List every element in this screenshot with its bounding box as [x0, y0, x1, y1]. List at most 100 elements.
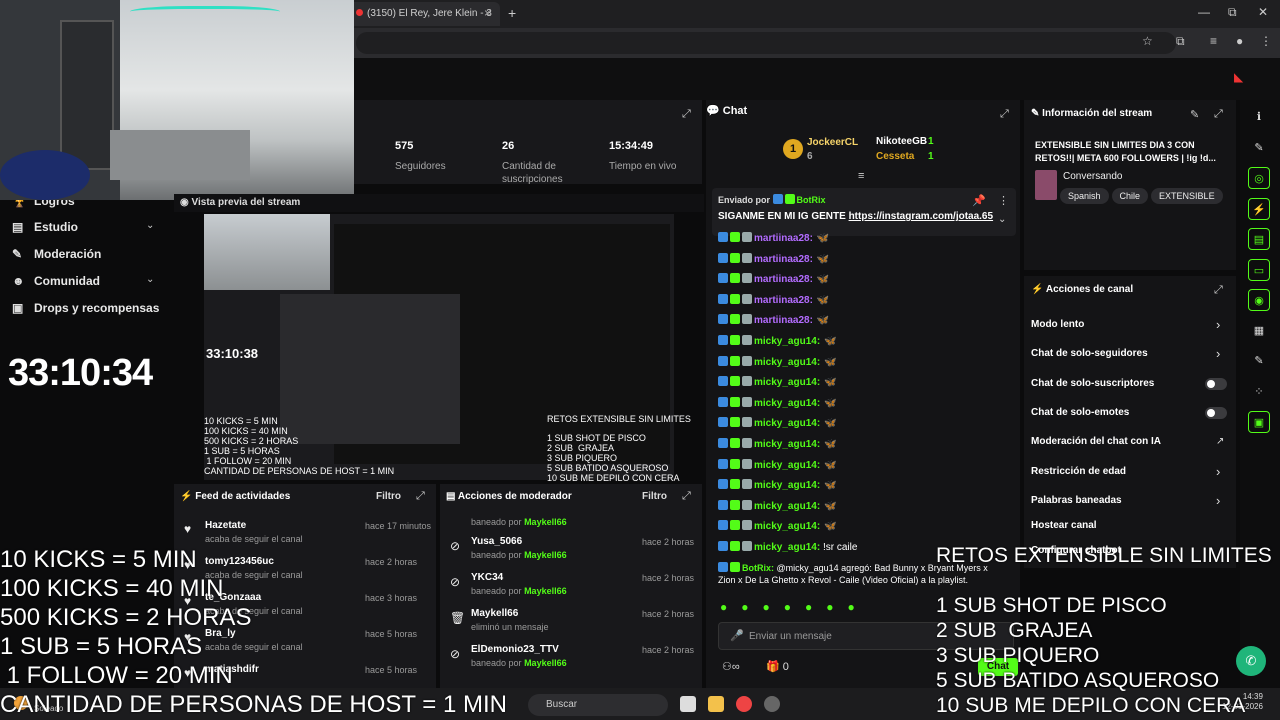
info-icon[interactable]: ℹ — [1248, 106, 1270, 128]
external-link-icon[interactable]: ↗ — [1216, 436, 1224, 447]
feed-filter-button[interactable]: Filtro — [376, 491, 401, 502]
leader-name[interactable]: Cesseta — [876, 151, 914, 162]
channel-action-5[interactable]: Restricción de edad — [1031, 466, 1126, 477]
channel-action-1[interactable]: Chat de solo-seguidores — [1031, 348, 1148, 359]
wrench-icon[interactable]: ✎ — [1248, 350, 1270, 372]
edit-icon[interactable]: ✎ — [1190, 108, 1199, 121]
feed-time: hace 3 horas — [365, 593, 418, 603]
leader-name[interactable]: NikoteeGB — [876, 136, 927, 147]
points-indicator: 🎁 0 — [766, 661, 789, 673]
overlay-challenge-line: 3 SUB PIQUERO — [936, 644, 1100, 667]
channel-action-4[interactable]: Moderación del chat con IA — [1031, 436, 1161, 447]
close-window-icon[interactable]: ✕ — [1258, 5, 1268, 19]
radio-icon[interactable]: ◉ — [1248, 289, 1270, 311]
mod-target-name[interactable]: YKC34 — [471, 572, 503, 583]
drops-icon: ▣ — [12, 301, 24, 315]
category-name[interactable]: Conversando — [1063, 171, 1122, 182]
browser-tab[interactable]: (3150) El Rey, Jere Klein - 3 — [348, 2, 500, 26]
channel-action-3[interactable]: Chat de solo-emotes — [1031, 407, 1129, 418]
profile-icon[interactable]: ● — [1236, 34, 1243, 48]
popout-icon[interactable]: ⤢ — [682, 490, 691, 503]
sidebar-item-moderacion[interactable]: ✎ Moderación — [12, 247, 101, 261]
chevron-down-icon[interactable]: ⌄ — [146, 220, 154, 231]
feed-username[interactable]: Hazetate — [205, 520, 246, 531]
tag[interactable]: Chile — [1111, 188, 1149, 204]
new-tab-icon[interactable]: + — [508, 5, 516, 21]
heart-icon: ♥ — [184, 522, 192, 536]
chevron-right-icon[interactable]: › — [1216, 346, 1220, 361]
menu-kebab-icon[interactable]: ⋮ — [1260, 34, 1272, 48]
green-app-icon[interactable]: ▣ — [1248, 411, 1270, 433]
sidebar-item-drops[interactable]: ▣ Drops y recompensas — [12, 301, 159, 315]
task-view-icon[interactable] — [680, 696, 696, 712]
overlay-challenge-line: 5 SUB BATIDO ASQUEROSO — [936, 669, 1220, 692]
extensions-icon[interactable]: ⧉ — [1176, 34, 1185, 49]
popout-icon[interactable]: ⤢ — [1214, 108, 1223, 121]
dots-icon[interactable]: ⁘ — [1248, 381, 1270, 403]
pencil-icon[interactable]: ✎ — [1248, 137, 1270, 159]
chat-message: micky_agu14: 🦋 — [718, 499, 837, 512]
leader-name[interactable]: JockeerCL — [807, 137, 858, 148]
pinned-link[interactable]: https://instagram.com/jotaa.65 — [849, 211, 993, 222]
maximize-icon[interactable]: ⧉ — [1228, 5, 1237, 20]
live-time-value: 15:34:49 — [609, 140, 654, 152]
chat-bubble-icon[interactable]: ▭ — [1248, 258, 1270, 281]
sidebar-item-estudio[interactable]: ▤ Estudio — [12, 220, 78, 234]
chat-message: micky_agu14: 🦋 — [718, 479, 837, 491]
mod-target-name[interactable]: Maykell66 — [471, 608, 518, 619]
chevron-right-icon[interactable]: › — [1216, 493, 1220, 508]
feed-username[interactable]: tomy123456uc — [205, 556, 274, 567]
chat-message: micky_agu14: 🦋 — [718, 458, 837, 471]
channel-action-7[interactable]: Hostear canal — [1031, 520, 1097, 531]
viewers-indicator: ⚇∞ — [722, 661, 740, 673]
popout-icon[interactable]: ⤢ — [1000, 108, 1009, 121]
ban-icon: ⊘ — [450, 647, 461, 661]
taskbar-search[interactable]: Buscar — [528, 694, 668, 716]
popout-icon[interactable]: ⤢ — [416, 490, 425, 503]
collapse-icon[interactable]: ≡ — [858, 170, 864, 182]
chevron-down-icon[interactable]: ⌄ — [998, 214, 1006, 225]
url-field[interactable] — [356, 32, 1176, 54]
chevron-right-icon[interactable]: › — [1216, 464, 1220, 479]
chat-message: martiinaa28: 🦋 — [718, 293, 829, 306]
kebab-icon[interactable]: ⋮ — [998, 194, 1009, 207]
channel-action-8[interactable]: Configurar chatbot — [1031, 545, 1121, 556]
chat-message: micky_agu14: 🦋 — [718, 520, 837, 532]
tag[interactable]: EXTENSIBLE — [1151, 188, 1223, 204]
mod-action: baneado por Maykell66 — [471, 586, 567, 596]
minimize-icon[interactable]: — — [1198, 5, 1210, 19]
followers-count: 575 — [395, 140, 414, 152]
chat-fab-icon[interactable]: ✆ — [1236, 646, 1266, 676]
popout-icon[interactable]: ⤢ — [682, 108, 691, 121]
tab-close-icon[interactable]: × — [484, 6, 491, 20]
mod-target-name[interactable]: Yusa_5066 — [471, 536, 522, 547]
popout-icon[interactable]: ⤢ — [1214, 284, 1223, 297]
wrench-icon: ✎ — [1031, 108, 1043, 119]
toggle-switch[interactable] — [1205, 407, 1227, 419]
file-explorer-icon[interactable] — [708, 696, 724, 712]
mod-target-name[interactable]: ElDemonio23_TTV — [471, 644, 559, 655]
chevron-right-icon[interactable]: › — [1216, 317, 1220, 332]
mod-filter-button[interactable]: Filtro — [642, 491, 667, 502]
ban-icon: ⊘ — [450, 539, 461, 553]
chrome-icon[interactable] — [736, 696, 752, 712]
toggle-switch[interactable] — [1205, 378, 1227, 390]
user-avatar-icon[interactable]: ◣ — [1234, 70, 1243, 84]
layout-icon[interactable]: ▦ — [1248, 320, 1270, 342]
chat-message: martiinaa28: 🦋 — [718, 252, 829, 265]
emote-bar[interactable]: ●●●●●●● — [720, 600, 869, 614]
target-icon[interactable]: ◎ — [1248, 167, 1270, 189]
obs-icon[interactable] — [764, 696, 780, 712]
bolt-icon[interactable]: ⚡ — [1248, 197, 1270, 220]
channel-action-0[interactable]: Modo lento — [1031, 319, 1084, 330]
pin-icon[interactable]: 📌 — [972, 194, 986, 207]
channel-action-6[interactable]: Palabras baneadas — [1031, 495, 1122, 506]
bookmark-star-icon[interactable]: ☆ — [1142, 34, 1153, 48]
playlist-icon[interactable]: ≡ — [1210, 34, 1217, 48]
sidebar-item-comunidad[interactable]: ☻ Comunidad — [12, 274, 100, 288]
channel-action-2[interactable]: Chat de solo-suscriptores — [1031, 378, 1154, 389]
mic-icon[interactable]: 🎤 — [730, 629, 744, 642]
tag[interactable]: Spanish — [1060, 188, 1109, 204]
chevron-down-icon[interactable]: ⌄ — [146, 274, 154, 285]
doc-icon[interactable]: ▤ — [1248, 228, 1270, 250]
